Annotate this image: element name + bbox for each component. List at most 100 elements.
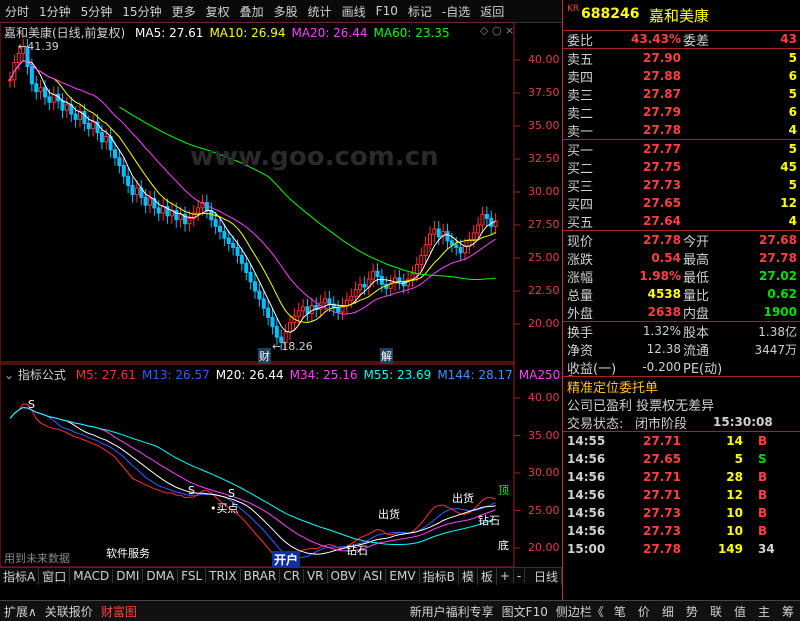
candle-body: [73, 113, 78, 120]
indicator-tab-7[interactable]: BRAR: [241, 569, 281, 583]
quote-row: 14:56 27.65 5 S: [563, 450, 800, 468]
status-mid-1[interactable]: 图文F10: [498, 603, 552, 620]
toolbar-item-10[interactable]: F10: [371, 4, 403, 18]
stat-value-2: 3447万: [754, 342, 797, 357]
indicator-tab-16[interactable]: +: [497, 569, 514, 583]
ask-price: 27.78: [643, 123, 681, 137]
main-y-tick: 35.00: [528, 119, 560, 132]
bid-price: 27.77: [643, 142, 681, 156]
indicator-tab-3[interactable]: DMI: [113, 569, 144, 583]
quote-row: 14:56 27.71 28 B: [563, 468, 800, 486]
trade-state-time: 15:30:08: [713, 415, 773, 429]
toolbar-item-13[interactable]: 返回: [475, 3, 509, 20]
candle-body: [428, 233, 432, 246]
chart-area[interactable]: 嘉和美康(日线,前复权) MA5: 27.61 MA10: 26.94 MA20: …: [0, 22, 572, 583]
quote-label-2: 最高: [683, 252, 710, 268]
candle-body: [86, 122, 91, 130]
indicator-tab-1[interactable]: 窗口: [39, 567, 71, 585]
toolbar-item-4[interactable]: 更多: [167, 3, 201, 20]
toolbar-item-2[interactable]: 5分钟: [76, 3, 118, 20]
trade-time: 14:55: [567, 434, 606, 448]
status-left-1[interactable]: 关联报价: [41, 603, 97, 620]
trade-price: 27.78: [643, 542, 681, 556]
quote-value-1: 0.54: [651, 251, 681, 265]
status-right-1[interactable]: 价: [632, 603, 656, 620]
toolbar-item-3[interactable]: 15分钟: [117, 3, 166, 20]
indicator-tab-10[interactable]: OBV: [328, 569, 361, 583]
trade-state: 闭市阶段: [635, 416, 688, 432]
status-right-0[interactable]: 笔: [608, 603, 632, 620]
toolbar-item-8[interactable]: 统计: [303, 3, 337, 20]
bid-label: 买三: [567, 179, 594, 195]
status-mid-0[interactable]: 新用户福利专享: [406, 603, 498, 620]
indicator-tab-8[interactable]: CR: [280, 569, 304, 583]
candle-body: [213, 219, 218, 227]
trade-volume: 5: [734, 452, 743, 466]
stat-label-1: 换手: [567, 325, 594, 341]
status-right-6[interactable]: 主: [752, 603, 776, 620]
candle-body: [143, 196, 148, 206]
stat-value-1: 12.38: [646, 342, 681, 356]
weicha-label: 委差: [683, 33, 710, 49]
candle-body: [130, 184, 135, 196]
status-right-2[interactable]: 细: [656, 603, 680, 620]
indicator-tab-11[interactable]: ASI: [360, 569, 387, 583]
indicator-tab-17[interactable]: -: [514, 569, 526, 583]
bid-price: 27.75: [643, 160, 681, 174]
toolbar-item-0[interactable]: 分时: [0, 3, 34, 20]
status-right-5[interactable]: 值: [728, 603, 752, 620]
indicator-tab-2[interactable]: MACD: [70, 569, 114, 583]
toolbar-item-9[interactable]: 画线: [337, 3, 371, 20]
candle-body: [91, 121, 96, 130]
status-right-4[interactable]: 联: [704, 603, 728, 620]
indicator-title[interactable]: 指标公式: [18, 368, 66, 382]
chart-controls[interactable]: ◇ ○ ×: [480, 24, 514, 37]
indicator-tab-0[interactable]: 指标A: [0, 567, 40, 585]
indicator-tab-5[interactable]: FSL: [178, 569, 207, 583]
quote-row: 公司已盈利 投票权无差异: [563, 395, 800, 414]
quote-label-1: 现价: [567, 234, 594, 250]
candle-body: [261, 298, 266, 309]
candle-body: [82, 110, 87, 124]
chevron-down-icon[interactable]: ⌄: [4, 368, 14, 382]
marker-cai[interactable]: 财: [258, 348, 271, 364]
quote-row: 卖五 27.90 5: [563, 49, 800, 68]
toolbar-item-1[interactable]: 1分钟: [34, 3, 76, 20]
trade-direction: B: [758, 434, 768, 448]
trade-price: 27.73: [643, 524, 681, 538]
indicator-tab-15[interactable]: 板: [478, 567, 497, 585]
ask-volume: 6: [788, 105, 797, 119]
candle-body: [410, 273, 415, 280]
ask-price: 27.87: [643, 87, 681, 101]
indicator-tab-12[interactable]: EMV: [386, 569, 420, 583]
indicator-tab-13[interactable]: 指标B: [420, 567, 459, 585]
toolbar-item-7[interactable]: 多股: [269, 3, 303, 20]
status-mid-2[interactable]: 侧边栏《: [552, 603, 608, 620]
toolbar-item-6[interactable]: 叠加: [235, 3, 269, 20]
marker-jie[interactable]: 解: [380, 348, 393, 364]
indicator-tab-14[interactable]: 模: [459, 567, 478, 585]
quote-label-2: 量比: [683, 288, 710, 304]
bid-label: 买一: [567, 143, 594, 159]
candle-body: [196, 207, 201, 214]
status-left-0[interactable]: 扩展∧: [0, 603, 41, 620]
open-account-button[interactable]: 开户: [272, 551, 301, 568]
trade-direction: B: [758, 470, 768, 484]
info-line-2: 公司已盈利 投票权无差异: [567, 398, 715, 414]
status-left-2[interactable]: 财富图: [97, 603, 141, 620]
status-right-7[interactable]: 筹: [776, 603, 800, 620]
status-right-3[interactable]: 势: [680, 603, 704, 620]
quote-row: 精准定位委托单: [563, 377, 800, 396]
signal-s3: S: [228, 487, 235, 500]
indicator-tab-9[interactable]: VR: [304, 569, 328, 583]
candle-body: [305, 306, 310, 314]
candle-body: [371, 270, 376, 280]
trade-price: 27.71: [643, 434, 681, 448]
toolbar-item-11[interactable]: 标记: [403, 3, 437, 20]
toolbar-item-12[interactable]: -自选: [437, 3, 475, 20]
indicator-tab-4[interactable]: DMA: [143, 569, 179, 583]
indicator-tab-18[interactable]: 日线: [531, 567, 562, 585]
indicator-tab-6[interactable]: TRIX: [206, 569, 241, 583]
candle-body: [353, 289, 358, 297]
toolbar-item-5[interactable]: 复权: [201, 3, 235, 20]
